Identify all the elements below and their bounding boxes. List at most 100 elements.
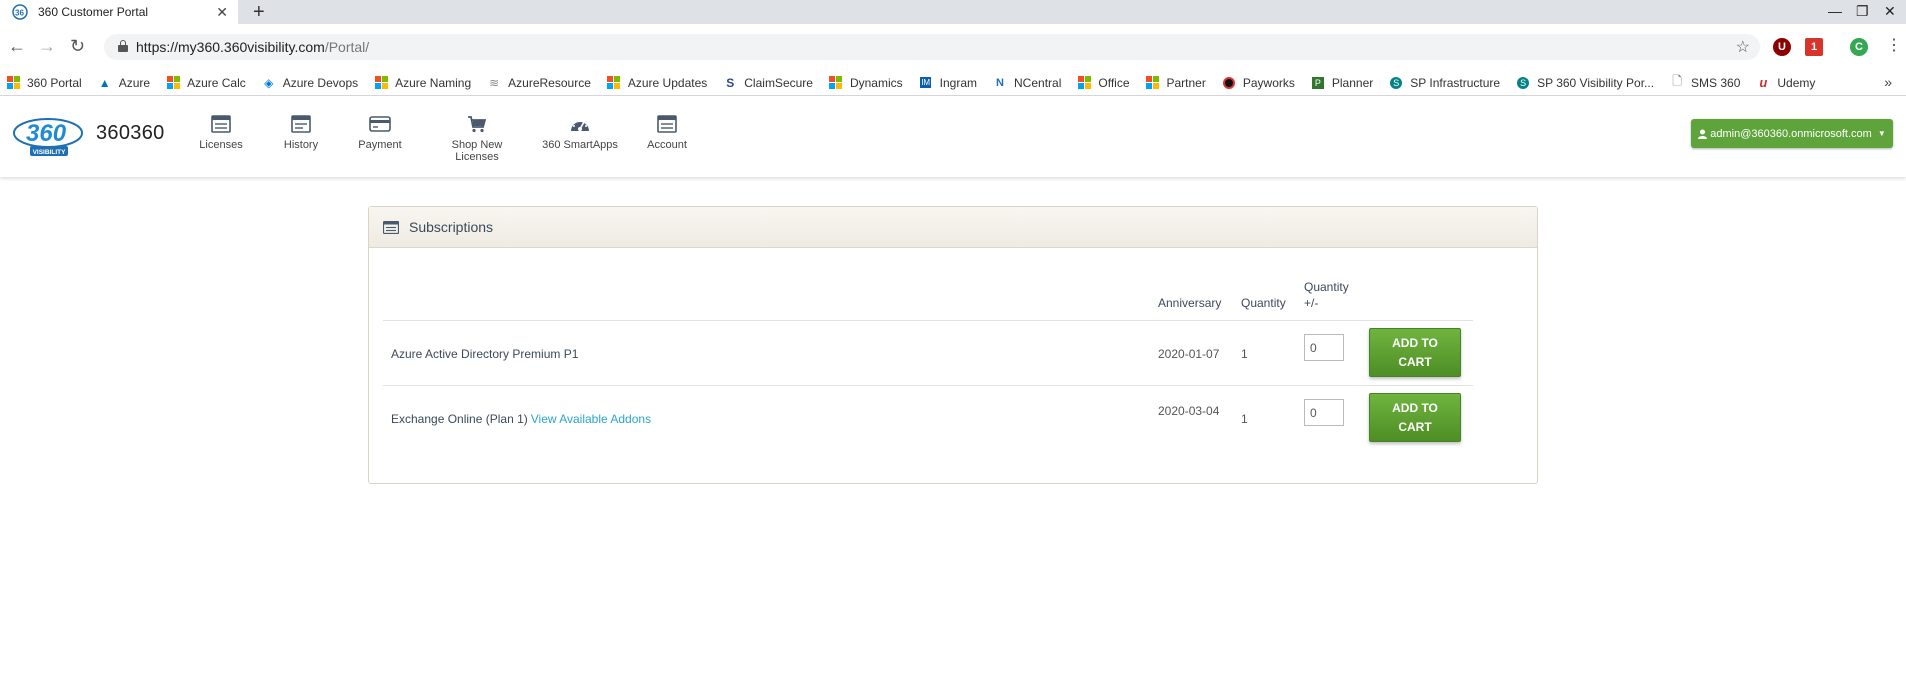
brand-name: 360360: [96, 122, 165, 144]
microsoft-icon: [1077, 76, 1091, 90]
quantity-value: 1: [1241, 347, 1248, 361]
browser-tab[interactable]: 36 360 Customer Portal ✕: [0, 0, 238, 24]
bookmark-azureresource[interactable]: ≋ AzureResource: [487, 76, 591, 90]
quantity-value: 1: [1241, 412, 1248, 426]
new-tab-icon[interactable]: +: [253, 1, 265, 23]
profile-avatar[interactable]: C: [1850, 38, 1868, 56]
azure-icon: ▲: [98, 75, 111, 90]
product-name: Exchange Online (Plan 1): [391, 412, 528, 426]
microsoft-icon: [1146, 76, 1160, 90]
portal-header: 360 VISIBILITY 360360 Licenses History P…: [0, 97, 1906, 177]
microsoft-icon: [607, 76, 621, 90]
view-addons-link[interactable]: View Available Addons: [531, 412, 651, 426]
nav-label: History: [283, 139, 319, 151]
nav-shop-new-licenses[interactable]: Shop New Licenses: [429, 115, 525, 163]
column-header-quantity: Quantity: [1241, 296, 1286, 310]
microsoft-icon: [166, 76, 180, 90]
product-name-cell: Exchange Online (Plan 1) View Available A…: [391, 411, 651, 428]
panel-header: Subscriptions: [369, 207, 1537, 248]
nav-label: Licenses: [199, 139, 243, 151]
lock-icon[interactable]: [118, 40, 128, 52]
tab-title: 360 Customer Portal: [38, 5, 149, 19]
bookmark-label: Azure Devops: [282, 75, 359, 90]
cart-icon: [468, 116, 487, 133]
nav-label: Account: [647, 139, 687, 151]
bookmark-claimsecure[interactable]: S ClaimSecure: [723, 76, 813, 90]
bookmark-label: Partner: [1166, 75, 1206, 90]
quantity-change-input[interactable]: [1304, 334, 1344, 361]
table-row: Exchange Online (Plan 1) View Available A…: [383, 385, 1473, 450]
claimsecure-icon: S: [726, 75, 735, 90]
bookmark-partner[interactable]: Partner: [1146, 76, 1206, 90]
tab-close-icon[interactable]: ✕: [216, 4, 228, 20]
portal-favicon-icon: 36: [12, 4, 28, 20]
bookmark-dynamics[interactable]: Dynamics: [829, 76, 903, 90]
subscriptions-panel: Subscriptions Anniversary Quantity Quant…: [368, 206, 1538, 484]
bookmark-ncentral[interactable]: N NCentral: [993, 76, 1061, 90]
bookmark-label: ClaimSecure: [744, 75, 813, 90]
bookmark-label: Payworks: [1242, 75, 1295, 90]
bookmark-azure-calc[interactable]: Azure Calc: [166, 76, 246, 90]
sharepoint-icon: S: [1389, 76, 1403, 90]
nav-360-smartapps[interactable]: 360 SmartApps: [542, 115, 618, 151]
microsoft-icon: [6, 76, 20, 90]
bookmark-label: Planner: [1331, 75, 1374, 90]
bookmark-office[interactable]: Office: [1077, 75, 1130, 90]
nav-licenses[interactable]: Licenses: [197, 115, 245, 151]
bookmark-azure[interactable]: ▲ Azure: [98, 76, 150, 90]
window-close-icon[interactable]: ✕: [1884, 1, 1896, 21]
bookmark-sp-360-visibility-por[interactable]: S SP 360 Visibility Por...: [1516, 76, 1654, 90]
list-icon: [383, 220, 399, 234]
bookmark-azure-naming[interactable]: Azure Naming: [374, 76, 471, 90]
bookmark-azure-devops[interactable]: ◈ Azure Devops: [262, 76, 358, 90]
planner-icon: P: [1311, 76, 1325, 90]
minimize-icon[interactable]: —: [1828, 1, 1842, 21]
bookmark-label: Azure Calc: [187, 75, 246, 90]
udemy-icon: u: [1759, 75, 1768, 90]
bookmark-azure-updates[interactable]: Azure Updates: [607, 76, 707, 90]
quantity-change-input[interactable]: [1304, 399, 1344, 426]
extension-ublock-icon[interactable]: U: [1773, 38, 1791, 56]
user-menu-button[interactable]: admin@360360.onmicrosoft.com ▼: [1691, 119, 1893, 148]
payworks-icon: [1222, 76, 1236, 90]
page-icon: 🗋: [1672, 74, 1682, 88]
nav-history[interactable]: History: [280, 115, 322, 151]
forward-icon[interactable]: →: [38, 36, 56, 56]
address-bar[interactable]: https://my360.360visibility.com/Portal/ …: [104, 34, 1760, 60]
add-to-cart-button[interactable]: ADD TO CART: [1369, 393, 1461, 442]
logo-subtext: VISIBILITY: [33, 149, 67, 156]
tab-strip: 36 360 Customer Portal ✕ + — ❐ ✕: [0, 0, 1906, 24]
document-icon: ≋: [489, 75, 500, 90]
product-name: Azure Active Directory Premium P1: [391, 347, 579, 361]
add-to-cart-button[interactable]: ADD TO CART: [1369, 328, 1461, 377]
devops-icon: ◈: [264, 75, 274, 90]
sharepoint-icon: S: [1516, 76, 1530, 90]
microsoft-icon: [829, 76, 843, 90]
history-icon: [291, 115, 311, 133]
bookmark-sms-360[interactable]: 🗋 SMS 360: [1670, 74, 1740, 90]
bookmark-sp-infrastructure[interactable]: S SP Infrastructure: [1389, 76, 1500, 90]
column-header-anniversary: Anniversary: [1158, 296, 1222, 310]
nav-account[interactable]: Account: [645, 115, 689, 151]
account-icon: [657, 115, 677, 133]
bookmark-star-icon[interactable]: ☆: [1736, 37, 1750, 57]
panel-title: Subscriptions: [409, 219, 494, 235]
bookmark-label: NCentral: [1014, 75, 1062, 90]
bookmark-label: Office: [1098, 75, 1130, 90]
bookmark-ingram[interactable]: IM Ingram: [919, 76, 977, 90]
nav-payment[interactable]: Payment: [358, 115, 402, 151]
url-path: /Portal/: [324, 39, 370, 55]
reload-icon[interactable]: ↻: [70, 36, 85, 56]
bookmark-udemy[interactable]: u Udemy: [1756, 75, 1815, 90]
restore-icon[interactable]: ❐: [1856, 1, 1869, 21]
bookmark-360-portal[interactable]: 360 Portal: [6, 76, 82, 90]
bookmark-planner[interactable]: P Planner: [1311, 76, 1373, 90]
extension-badge-icon[interactable]: 1: [1805, 38, 1823, 56]
bookmark-payworks[interactable]: Payworks: [1222, 76, 1295, 90]
url-text: https://my360.360visibility.com/Portal/: [136, 39, 369, 55]
bookmark-label: Dynamics: [849, 75, 903, 90]
browser-menu-icon[interactable]: ⋮: [1886, 36, 1902, 56]
back-icon[interactable]: ←: [8, 36, 26, 56]
bookmarks-overflow-icon[interactable]: »: [1884, 74, 1892, 90]
visibility-logo[interactable]: 360 VISIBILITY: [12, 113, 84, 157]
